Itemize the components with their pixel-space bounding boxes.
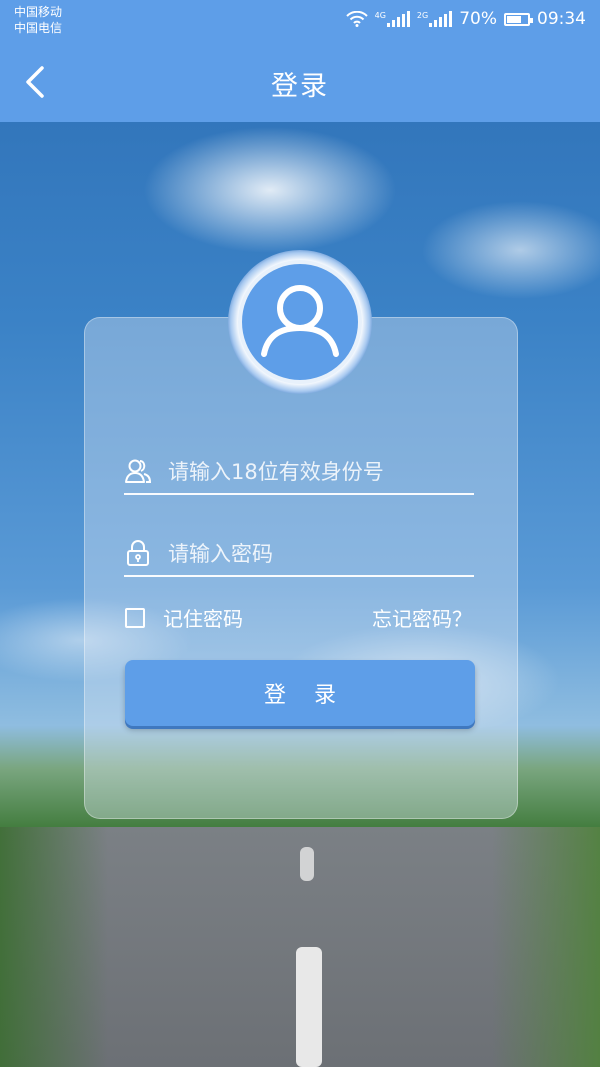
wifi-icon (345, 11, 368, 27)
page-title: 登录 (271, 71, 329, 102)
lock-icon (127, 540, 149, 566)
app-header: 登录 (0, 42, 600, 122)
battery-percent: 70% (459, 9, 497, 29)
signal-2-icon (429, 11, 453, 27)
road-background (0, 827, 600, 1067)
password-field (124, 535, 474, 577)
id-number-input[interactable] (166, 453, 470, 491)
avatar (238, 260, 362, 384)
user-icon (261, 285, 339, 357)
login-button[interactable]: 登录 (125, 660, 475, 726)
signal-1-icon (386, 11, 410, 27)
id-number-field (124, 453, 474, 495)
status-bar: 中国移动 中国电信 4G 2G 70% 09:34 (0, 0, 600, 42)
network-2-label: 2G (416, 11, 429, 20)
remember-checkbox[interactable] (125, 607, 145, 628)
password-input[interactable] (166, 535, 470, 573)
clock: 09:34 (537, 9, 586, 29)
users-icon (125, 459, 152, 483)
network-1-label: 4G (374, 11, 386, 20)
remember-password-toggle[interactable]: 记住密码 (125, 603, 243, 632)
carrier-2: 中国电信 (14, 21, 63, 35)
forgot-password-link[interactable]: 忘记密码？ (372, 603, 472, 632)
battery-icon (504, 12, 533, 26)
remember-label: 记住密码 (163, 607, 243, 631)
status-icons: 4G 2G 70% 09:34 (345, 9, 586, 29)
carrier-info: 中国移动 中国电信 (14, 4, 62, 36)
carrier-1: 中国移动 (14, 5, 63, 19)
